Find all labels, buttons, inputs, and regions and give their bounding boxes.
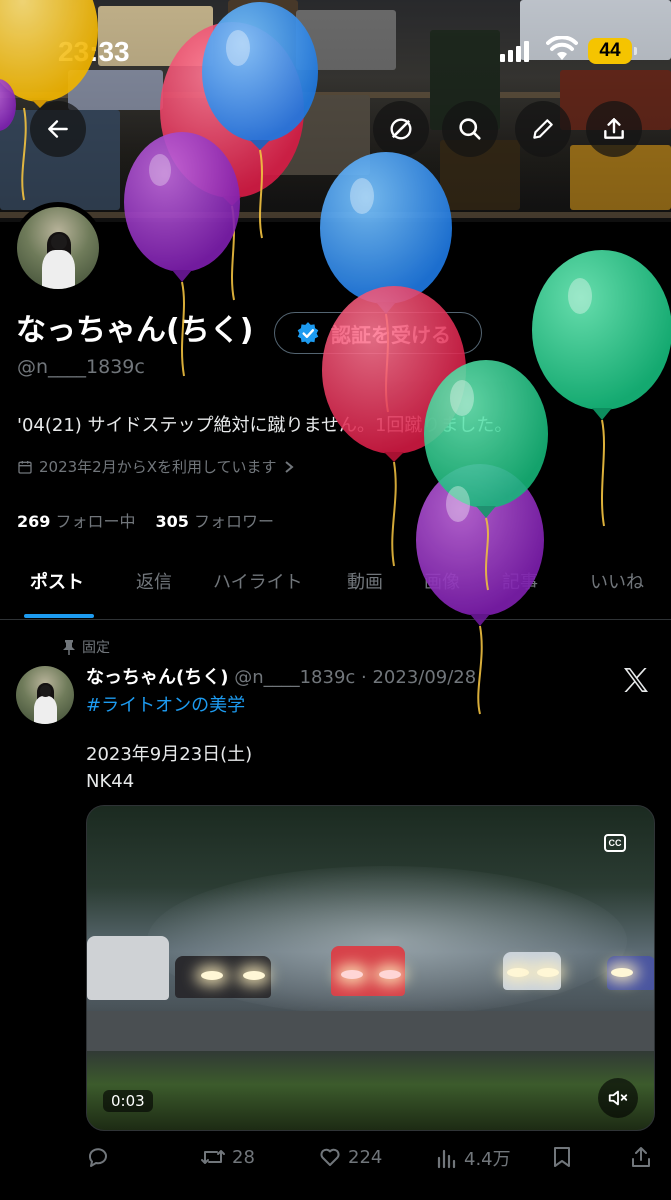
closed-captions-button[interactable]: CC [604,834,626,852]
avatar-image [17,207,99,289]
bookmark-icon [554,1147,570,1167]
repost-icon [201,1150,225,1164]
cellular-signal-icon [500,40,529,62]
search-icon [459,118,481,140]
heart-icon [320,1148,340,1166]
reply-icon [88,1148,107,1167]
repost-count: 28 [232,1146,255,1168]
grok-button[interactable] [373,101,429,157]
battery-icon: 44 [588,38,637,64]
joined-date: 2023年2月からXを利用しています [17,456,295,477]
tab-articles[interactable]: 記事 [502,568,538,594]
back-button[interactable] [30,101,86,157]
track-surface [87,1011,654,1051]
get-verified-button[interactable]: 認証を受ける [274,312,482,354]
following-count: 269 [17,512,51,531]
share-post-button[interactable] [630,1145,652,1169]
share-icon [632,1147,650,1167]
tab-photos[interactable]: 画像 [424,568,460,594]
edit-button[interactable] [515,101,571,157]
mute-button[interactable] [598,1078,638,1118]
tab-posts[interactable]: ポスト [30,568,84,594]
post-text-line: NK44 [86,771,135,792]
post-hashtag[interactable]: #ライトオンの美学 [86,691,245,717]
followers-label: フォロワー [194,512,275,531]
repost-button[interactable]: 28 [200,1145,255,1169]
profile-handle: @n____1839c [17,356,145,378]
calendar-icon [18,460,32,474]
pencil-icon [533,119,553,139]
followers-link[interactable]: 305 フォロワー [156,508,275,532]
post-author-avatar[interactable] [16,666,74,724]
video-duration: 0:03 [103,1090,153,1112]
active-tab-indicator [24,614,94,618]
post-author-meta: @n____1839c · 2023/09/28 [234,667,477,688]
car-image [87,936,169,1000]
tab-likes[interactable]: いいね [590,568,644,594]
balloon-green [532,250,671,527]
following-link[interactable]: 269 フォロー中 [17,508,136,532]
view-count: 4.4万 [464,1149,511,1170]
following-label: フォロー中 [55,512,136,531]
follow-stats: 269 フォロー中 305 フォロワー [17,508,274,532]
analytics-icon [437,1149,456,1169]
bookmark-button[interactable] [551,1145,573,1169]
post-text-line: 2023年9月23日(土) [86,744,253,765]
tab-videos[interactable]: 動画 [347,568,383,594]
chevron-right-icon [284,460,294,473]
post-author-name[interactable]: なっちゃん(ちく) [86,667,228,688]
profile-avatar[interactable] [12,202,104,294]
status-bar: 23:33 44 [0,0,671,100]
tab-replies[interactable]: 返信 [136,568,172,594]
wifi-icon [546,36,578,60]
grok-icon [390,118,412,140]
arrow-left-icon [48,120,68,138]
tab-highlights[interactable]: ハイライト [213,568,303,594]
status-time: 23:33 [58,36,130,67]
profile-bio: '04(21) サイドステップ絶対に蹴りません。1回蹴りました。 [17,415,513,436]
like-button[interactable]: 224 [318,1145,382,1169]
post-text: 2023年9月23日(土) NK44 [86,741,252,795]
pinned-indicator: 固定 [62,637,110,657]
post-header: なっちゃん(ちく) @n____1839c · 2023/09/28 [86,663,476,689]
speaker-muted-icon [608,1090,628,1106]
followers-count: 305 [155,512,189,531]
share-button[interactable] [586,101,642,157]
verified-badge-icon [297,322,319,345]
share-icon [604,118,624,139]
profile-display-name: なっちゃん(ちく) [16,313,254,348]
profile-tabs: ポスト 返信 ハイライト 動画 画像 記事 いいね [0,548,671,620]
pinned-label: 固定 [82,640,110,656]
avatar-image [16,666,74,724]
views-button[interactable]: 4.4万 [436,1145,511,1171]
x-logo-icon[interactable] [620,664,652,696]
post-video[interactable]: CC 0:03 [86,805,655,1131]
get-verified-label: 認証を受ける [331,322,451,347]
post-action-bar: 28 224 4.4万 [0,1145,671,1175]
reply-button[interactable] [86,1145,116,1169]
pin-icon [63,640,75,655]
like-count: 224 [348,1146,383,1168]
joined-date-text: 2023年2月からXを利用しています [39,458,277,476]
search-button[interactable] [442,101,498,157]
